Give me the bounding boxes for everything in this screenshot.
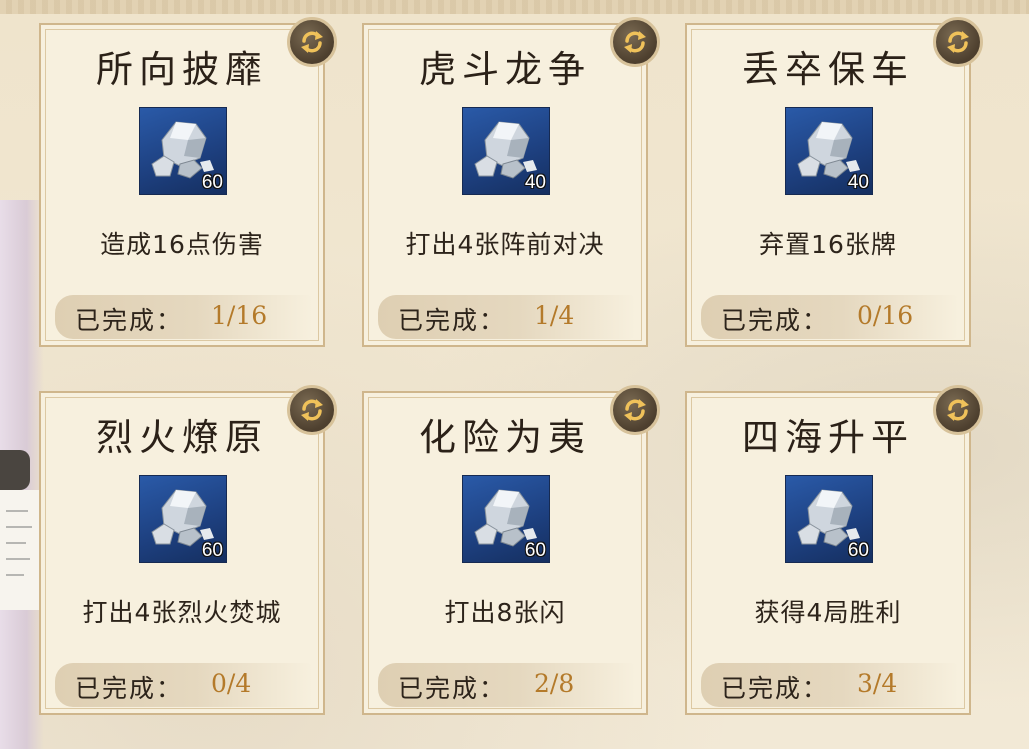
refresh-icon[interactable] [287, 385, 337, 435]
task-card: 虎斗龙争 40 打出4张阵前对决 已完成： 1/4 [362, 17, 660, 347]
silver-ore-icon[interactable]: 60 [462, 475, 550, 563]
progress-row: 已完成： 1/4 [378, 295, 636, 339]
task-description: 弃置16张牌 [759, 230, 897, 259]
progress-value: 2/8 [534, 669, 575, 698]
reward-count: 60 [201, 540, 223, 561]
reward-count: 60 [201, 172, 223, 193]
progress-row: 已完成： 2/8 [378, 663, 636, 707]
task-card: 化险为夷 60 打出8张闪 已完成： 2/8 [362, 385, 660, 715]
refresh-icon[interactable] [610, 17, 660, 67]
silver-ore-icon[interactable]: 40 [462, 107, 550, 195]
progress-label: 已完成： [398, 674, 507, 703]
refresh-icon[interactable] [933, 385, 983, 435]
progress-value: 0/16 [857, 301, 914, 330]
reward-count: 40 [524, 172, 546, 193]
task-title: 虎斗龙争 [419, 48, 591, 91]
progress-row: 已完成： 0/16 [701, 295, 959, 339]
reward-count: 60 [524, 540, 546, 561]
silver-ore-icon[interactable]: 40 [785, 107, 873, 195]
progress-label: 已完成： [75, 306, 184, 335]
task-title: 化险为夷 [419, 416, 591, 459]
character-scroll [0, 490, 41, 610]
task-card: 四海升平 60 获得4局胜利 已完成： 3/4 [685, 385, 983, 715]
silver-ore-icon[interactable]: 60 [139, 107, 227, 195]
progress-value: 1/4 [534, 301, 575, 330]
task-card: 丢卒保车 40 弃置16张牌 已完成： 0/16 [685, 17, 983, 347]
progress-label: 已完成： [398, 306, 507, 335]
refresh-icon[interactable] [287, 17, 337, 67]
progress-label: 已完成： [721, 306, 830, 335]
reward-count: 60 [847, 540, 869, 561]
refresh-icon[interactable] [933, 17, 983, 67]
task-description: 造成16点伤害 [100, 230, 264, 259]
task-title: 四海升平 [742, 416, 914, 459]
silver-ore-icon[interactable]: 60 [785, 475, 873, 563]
progress-label: 已完成： [75, 674, 184, 703]
task-description: 打出4张烈火焚城 [82, 598, 282, 627]
progress-row: 已完成： 0/4 [55, 663, 313, 707]
progress-value: 0/4 [211, 669, 252, 698]
silver-ore-icon[interactable]: 60 [139, 475, 227, 563]
task-title: 所向披靡 [96, 48, 268, 91]
task-card: 烈火燎原 60 打出4张烈火焚城 已完成： 0/4 [39, 385, 337, 715]
progress-value: 1/16 [211, 301, 268, 330]
task-title: 烈火燎原 [96, 416, 268, 459]
task-description: 打出8张闪 [444, 598, 566, 627]
task-title: 丢卒保车 [742, 48, 914, 91]
progress-row: 已完成： 1/16 [55, 295, 313, 339]
top-border [0, 0, 1029, 14]
progress-label: 已完成： [721, 674, 830, 703]
task-card: 所向披靡 60 造成16点伤害 已完成： 1/16 [39, 17, 337, 347]
task-description: 获得4局胜利 [754, 598, 902, 627]
refresh-icon[interactable] [610, 385, 660, 435]
progress-value: 3/4 [857, 669, 898, 698]
reward-count: 40 [847, 172, 869, 193]
task-description: 打出4张阵前对决 [405, 230, 605, 259]
progress-row: 已完成： 3/4 [701, 663, 959, 707]
character-accessory [0, 450, 30, 490]
